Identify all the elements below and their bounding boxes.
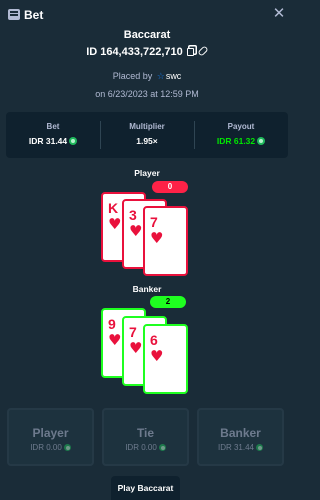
stat-payout-value: IDR 61.32: [194, 136, 288, 146]
player-card-3: 7 ♥: [143, 206, 188, 276]
player-hand-label: Player: [134, 168, 160, 178]
vip-star-icon: ☆: [156, 72, 165, 82]
heart-suit-icon: ♥: [129, 222, 143, 240]
card-rank: 6: [150, 332, 158, 348]
close-icon: ✕: [272, 4, 286, 22]
bet-id-label: ID: [86, 46, 98, 58]
tie-bet-button[interactable]: Tie IDR 0.00: [102, 408, 189, 466]
stat-payout-label: Payout: [227, 122, 255, 131]
banker-hand-label: Banker: [132, 284, 162, 294]
card-rank: 7: [129, 324, 137, 340]
bet-id: 164,433,722,710: [100, 46, 183, 58]
stat-bet: Bet IDR 31.44: [6, 112, 100, 158]
heart-suit-icon: ♥: [108, 331, 122, 349]
card-rank: K: [108, 200, 119, 216]
banker-bet-button[interactable]: Banker IDR 31.44: [197, 408, 284, 466]
heart-suit-icon: ♥: [108, 215, 122, 233]
banker-score-badge: 2: [150, 296, 186, 308]
stat-multiplier-label: Multiplier: [129, 122, 165, 131]
card-rank: 3: [129, 207, 137, 223]
stat-bet-value: IDR 31.44: [6, 136, 100, 146]
player-bet-label: Player: [32, 426, 69, 440]
placed-by-label: Placed by: [112, 71, 153, 81]
banker-bet-amount: IDR 31.44: [199, 443, 282, 452]
stat-bet-label: Bet: [46, 122, 60, 131]
bet-id-row: ID 164,433,722,710: [0, 45, 294, 58]
coin-icon: [257, 137, 266, 145]
modal-header: Bet ✕: [0, 0, 294, 30]
bet-stats-panel: Bet IDR 31.44 Multiplier 1.95× Payout ID…: [6, 112, 288, 158]
coin-icon: [63, 444, 71, 451]
copy-icon[interactable]: [186, 48, 194, 56]
coin-icon: [158, 444, 166, 451]
user-name[interactable]: swc: [166, 71, 182, 81]
player-bet-amount: IDR 0.00: [9, 443, 92, 452]
card-rank: 7: [150, 214, 158, 230]
modal-title: Bet: [24, 8, 44, 22]
banker-card-3: 6 ♥: [143, 324, 188, 394]
player-score-badge: 0: [152, 181, 188, 193]
link-icon[interactable]: [197, 45, 209, 57]
heart-suit-icon: ♥: [150, 347, 164, 365]
stat-multiplier: Multiplier 1.95×: [100, 112, 194, 158]
game-name: Baccarat: [123, 29, 171, 41]
bet-slip-icon: [8, 9, 20, 20]
coin-icon: [69, 137, 78, 145]
play-baccarat-button[interactable]: Play Baccarat: [111, 476, 180, 500]
heart-suit-icon: ♥: [150, 229, 164, 247]
tie-bet-amount: IDR 0.00: [104, 443, 187, 452]
placed-by-row: Placed by ☆swc: [0, 71, 294, 82]
coin-icon: [256, 444, 264, 451]
bet-date: on 6/23/2023 at 12:59 PM: [95, 89, 199, 99]
banker-bet-label: Banker: [220, 426, 261, 440]
heart-suit-icon: ♥: [129, 339, 143, 357]
stat-payout: Payout IDR 61.32: [194, 112, 288, 158]
player-bet-button[interactable]: Player IDR 0.00: [7, 408, 94, 466]
close-button[interactable]: ✕: [270, 4, 288, 22]
card-rank: 9: [108, 316, 116, 332]
tie-bet-label: Tie: [136, 426, 155, 440]
stat-multiplier-value: 1.95×: [136, 136, 158, 146]
